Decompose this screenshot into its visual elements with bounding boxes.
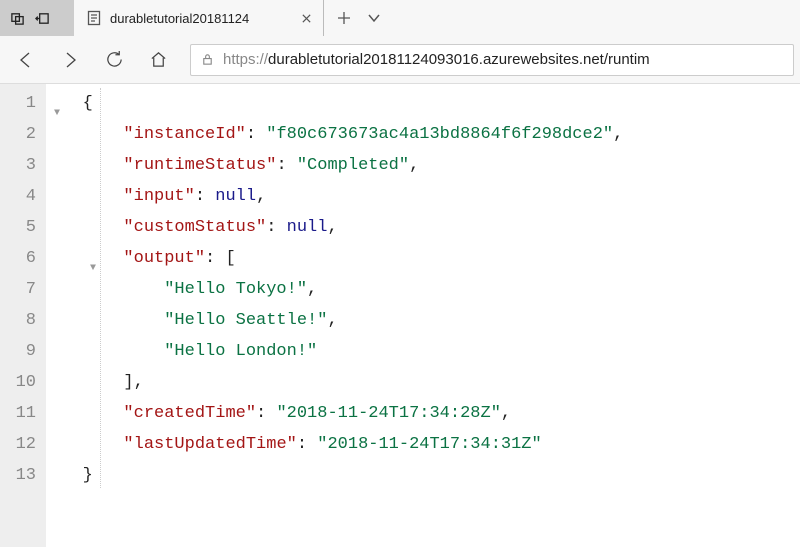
browser-tab[interactable]: durabletutorial20181124 xyxy=(74,0,324,36)
code-line: "customStatus": null, xyxy=(46,212,623,243)
lock-icon xyxy=(201,53,215,67)
code-line: "lastUpdatedTime": "2018-11-24T17:34:31Z… xyxy=(46,429,623,460)
code-line: "Hello Seattle!", xyxy=(46,305,623,336)
home-button[interactable] xyxy=(138,40,178,80)
line-number: 2 xyxy=(0,119,36,150)
code-line: "instanceId": "f80c673673ac4a13bd8864f6f… xyxy=(46,119,623,150)
close-tab-icon[interactable] xyxy=(299,11,313,25)
tab-dropdown-icon[interactable] xyxy=(366,10,382,26)
line-number: 6 xyxy=(0,243,36,274)
line-number: 3 xyxy=(0,150,36,181)
line-number: 11 xyxy=(0,398,36,429)
titlebar: durabletutorial20181124 xyxy=(0,0,800,36)
code-line: "input": null, xyxy=(46,181,623,212)
titlebar-left-controls xyxy=(0,0,74,36)
tabs-aside-icon[interactable] xyxy=(10,11,25,26)
code-line: "runtimeStatus": "Completed", xyxy=(46,150,623,181)
line-number: 1 xyxy=(0,88,36,119)
page-favicon xyxy=(86,10,102,26)
code-line: "Hello London!" xyxy=(46,336,623,367)
tab-title: durabletutorial20181124 xyxy=(110,11,291,26)
line-number: 13 xyxy=(0,460,36,491)
toolbar: https://durabletutorial20181124093016.az… xyxy=(0,36,800,84)
code-line: } xyxy=(46,460,623,491)
line-number: 7 xyxy=(0,274,36,305)
refresh-button[interactable] xyxy=(94,40,134,80)
forward-button[interactable] xyxy=(50,40,90,80)
code-line: ▼ { xyxy=(46,88,623,119)
code-line: "Hello Tokyo!", xyxy=(46,274,623,305)
line-number: 12 xyxy=(0,429,36,460)
url-protocol: https:// xyxy=(223,51,268,68)
line-number: 9 xyxy=(0,336,36,367)
line-number: 4 xyxy=(0,181,36,212)
json-source[interactable]: ▼ { "instanceId": "f80c673673ac4a13bd886… xyxy=(46,84,623,547)
new-tab-icon[interactable] xyxy=(336,10,352,26)
code-line: "createdTime": "2018-11-24T17:34:28Z", xyxy=(46,398,623,429)
url-host-path: durabletutorial20181124093016.azurewebsi… xyxy=(268,51,650,68)
back-button[interactable] xyxy=(6,40,46,80)
line-number: 10 xyxy=(0,367,36,398)
set-aside-icon[interactable] xyxy=(35,11,50,26)
json-viewer: 1 2 3 4 5 6 7 8 9 10 11 12 13 ▼ { "insta… xyxy=(0,84,800,547)
address-bar[interactable]: https://durabletutorial20181124093016.az… xyxy=(190,44,794,76)
line-number: 8 xyxy=(0,305,36,336)
code-line: ], xyxy=(46,367,623,398)
url-text: https://durabletutorial20181124093016.az… xyxy=(223,51,783,68)
code-line: ▼ "output": [ xyxy=(46,243,623,274)
line-number: 5 xyxy=(0,212,36,243)
tab-strip-actions xyxy=(324,0,800,36)
line-number-gutter: 1 2 3 4 5 6 7 8 9 10 11 12 13 xyxy=(0,84,46,547)
